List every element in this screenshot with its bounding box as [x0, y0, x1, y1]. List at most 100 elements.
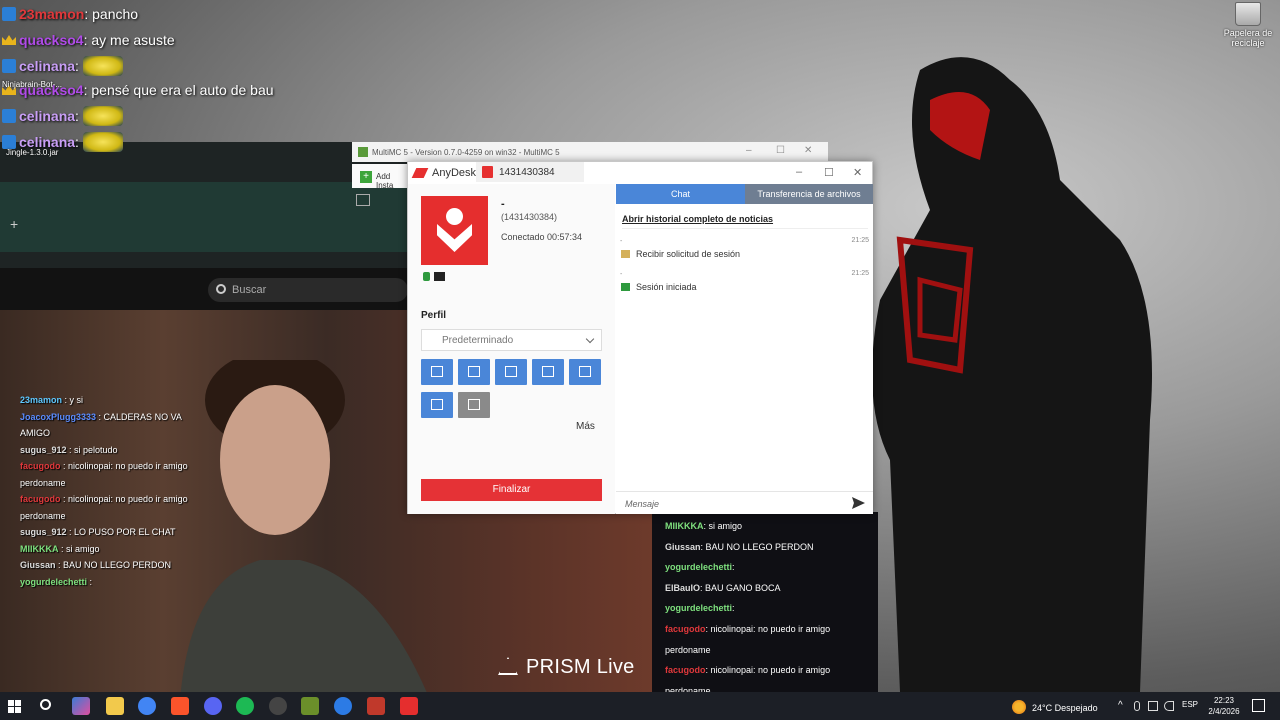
maximize-icon[interactable]: ☐: [824, 166, 834, 179]
chat-username: Giussan: [20, 560, 56, 570]
speaker-icon: [542, 366, 554, 377]
profile-select[interactable]: Predeterminado: [421, 329, 602, 351]
chevron-up-icon[interactable]: ^: [1118, 700, 1123, 711]
chat-text: :: [87, 576, 93, 587]
search-input[interactable]: Buscar: [208, 278, 408, 302]
draw-button[interactable]: [421, 392, 453, 418]
brave-icon[interactable]: [171, 697, 189, 715]
tab-chat[interactable]: Chat: [616, 184, 745, 204]
avatar: [421, 196, 488, 265]
recycle-bin-icon[interactable]: Papelera de reciclaje: [1220, 2, 1276, 48]
clipboard-button[interactable]: [495, 359, 527, 385]
windows-start-icon[interactable]: [8, 700, 21, 713]
message-input[interactable]: Mensaje: [616, 491, 873, 514]
chat-username: MIIKKKA: [20, 543, 59, 554]
add-instance-label: Add Insta: [376, 172, 394, 190]
chat-message: yogurdelechetti:: [665, 598, 878, 619]
close-icon[interactable]: ✕: [804, 145, 812, 156]
copilot-icon[interactable]: [72, 697, 90, 715]
chat-text: : ay me asuste: [83, 32, 175, 48]
network-icon[interactable]: [1148, 701, 1158, 711]
chat-username: facugodo: [20, 461, 61, 471]
app-icon[interactable]: [334, 697, 352, 715]
anydesk-taskbar-icon[interactable]: [400, 697, 418, 715]
chat-message: MIIKKKA : si amigo: [20, 541, 195, 558]
right-chat-overlay: MIIKKKA: si amigo Giussan: BAU NO LLEGO P…: [652, 512, 878, 696]
chat-text: :: [732, 562, 735, 573]
obs-icon[interactable]: [269, 697, 287, 715]
chat-message: facugodo : nicolinopai: no puedo ir amig…: [20, 491, 195, 524]
maximize-icon[interactable]: ☐: [776, 145, 785, 156]
file-button[interactable]: [458, 359, 490, 385]
recycle-bin-label: Papelera de reciclaje: [1223, 28, 1273, 48]
tab-file-transfer[interactable]: Transferencia de archivos: [745, 184, 873, 204]
divider: [622, 228, 868, 229]
minimize-icon[interactable]: –: [746, 145, 752, 156]
weather-widget[interactable]: 24°C Despejado: [1012, 700, 1098, 714]
chat-text: : si amigo: [58, 543, 100, 554]
session-tab-icon: [482, 166, 493, 178]
desktop-icon-label: Ninjabrain-Bot-...: [2, 80, 63, 89]
chat-username: yogurdelechetti: [20, 576, 88, 587]
send-icon[interactable]: [852, 497, 865, 509]
taskbar: 24°C Despejado ^ ESP 22:23 2/4/2026: [0, 692, 1280, 720]
chat-username: 23mamon: [19, 6, 85, 22]
chat-message: sugus_912 : si pelotudo: [20, 442, 195, 459]
chat-message: celinana:: [2, 56, 123, 76]
chat-message: facugodo : nicolinopai: no puedo ir amig…: [20, 458, 195, 491]
anydesk-logo-icon: [411, 168, 429, 178]
notification-icon[interactable]: [1252, 699, 1265, 712]
prism-label: PRISM Live: [526, 656, 635, 678]
chat-text: :: [75, 134, 79, 150]
audio-button[interactable]: [532, 359, 564, 385]
add-instance-button[interactable]: + Add Insta: [352, 164, 408, 190]
minecraft-icon[interactable]: [301, 697, 319, 715]
chat-text: : LO PUSO POR EL CHAT: [66, 527, 176, 537]
menu-icon[interactable]: [356, 194, 370, 206]
language-indicator[interactable]: ESP: [1182, 700, 1198, 709]
chat-text: : BAU GANO BOCA: [700, 582, 781, 593]
emote-image: [82, 56, 123, 76]
chat-username: celinana: [19, 108, 76, 124]
user-badge-icon: [2, 7, 16, 21]
file-icon: [468, 366, 480, 377]
chat-text: : BAU NO LLEGO PERDON: [700, 541, 814, 552]
peer-id: (1431430384): [501, 212, 558, 222]
app-icon[interactable]: [367, 697, 385, 715]
spotify-icon[interactable]: [236, 697, 254, 715]
chat-panel: Chat Transferencia de archivos Abrir his…: [616, 184, 873, 514]
session-panel: - (1431430384) Conectado 00:57:34 Perfil…: [408, 184, 615, 514]
chat-username: sugus_912: [20, 527, 67, 537]
file-explorer-icon[interactable]: [106, 697, 124, 715]
display-button[interactable]: [569, 359, 601, 385]
clock[interactable]: 22:23 2/4/2026: [1206, 695, 1242, 717]
microphone-icon[interactable]: [1134, 701, 1140, 711]
volume-icon[interactable]: [1164, 701, 1174, 711]
event-sender: -: [620, 238, 623, 245]
chat-username: celinana: [19, 58, 76, 74]
history-link[interactable]: Abrir historial completo de noticias: [622, 214, 773, 224]
chat-username: 23mamon: [20, 395, 63, 405]
minimize-icon[interactable]: –: [796, 166, 802, 178]
add-icon[interactable]: +: [10, 216, 18, 232]
prism-live-watermark: PRISM Live: [498, 656, 635, 679]
chat-text: : si pelotudo: [66, 444, 118, 455]
chat-message: JoacoxPlugg3333 : CALDERAS NO VA AMIGO: [20, 409, 195, 442]
end-session-button[interactable]: Finalizar: [421, 479, 602, 501]
chrome-icon[interactable]: [138, 697, 156, 715]
multimc-titlebar: MultiMC 5 - Version 0.7.0-4259 on win32 …: [352, 142, 828, 162]
user-badge-icon: [2, 109, 16, 123]
more-button[interactable]: Más: [576, 421, 595, 432]
search-placeholder: Buscar: [232, 284, 267, 296]
chat-username: yogurdelechetti: [665, 603, 733, 614]
overlay-chat-list: 23mamon : y si JoacoxPlugg3333 : CALDERAS…: [20, 392, 195, 590]
chat-text: : pancho: [84, 6, 139, 22]
chat-message: yogurdelechetti:: [665, 557, 878, 578]
pen-icon: [431, 399, 443, 410]
profile-heading: Perfil: [421, 310, 447, 321]
discord-icon[interactable]: [204, 697, 222, 715]
search-icon[interactable]: [40, 699, 51, 710]
keyboard-button[interactable]: [421, 359, 453, 385]
close-icon[interactable]: ✕: [853, 166, 862, 179]
block-input-button[interactable]: [458, 392, 490, 418]
